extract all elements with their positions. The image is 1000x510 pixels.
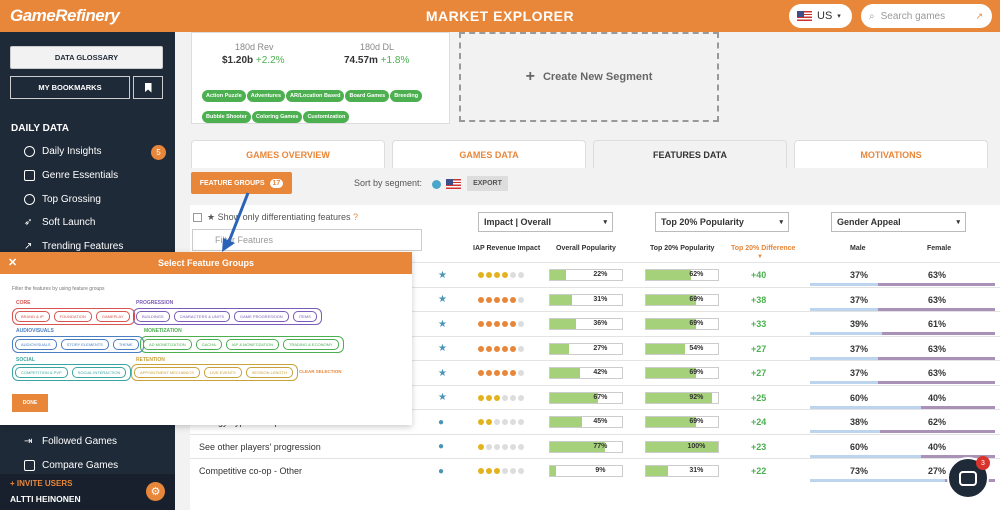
chat-badge: 3 xyxy=(976,456,990,470)
annotation-arrow xyxy=(222,192,250,252)
chat-icon xyxy=(959,470,977,486)
